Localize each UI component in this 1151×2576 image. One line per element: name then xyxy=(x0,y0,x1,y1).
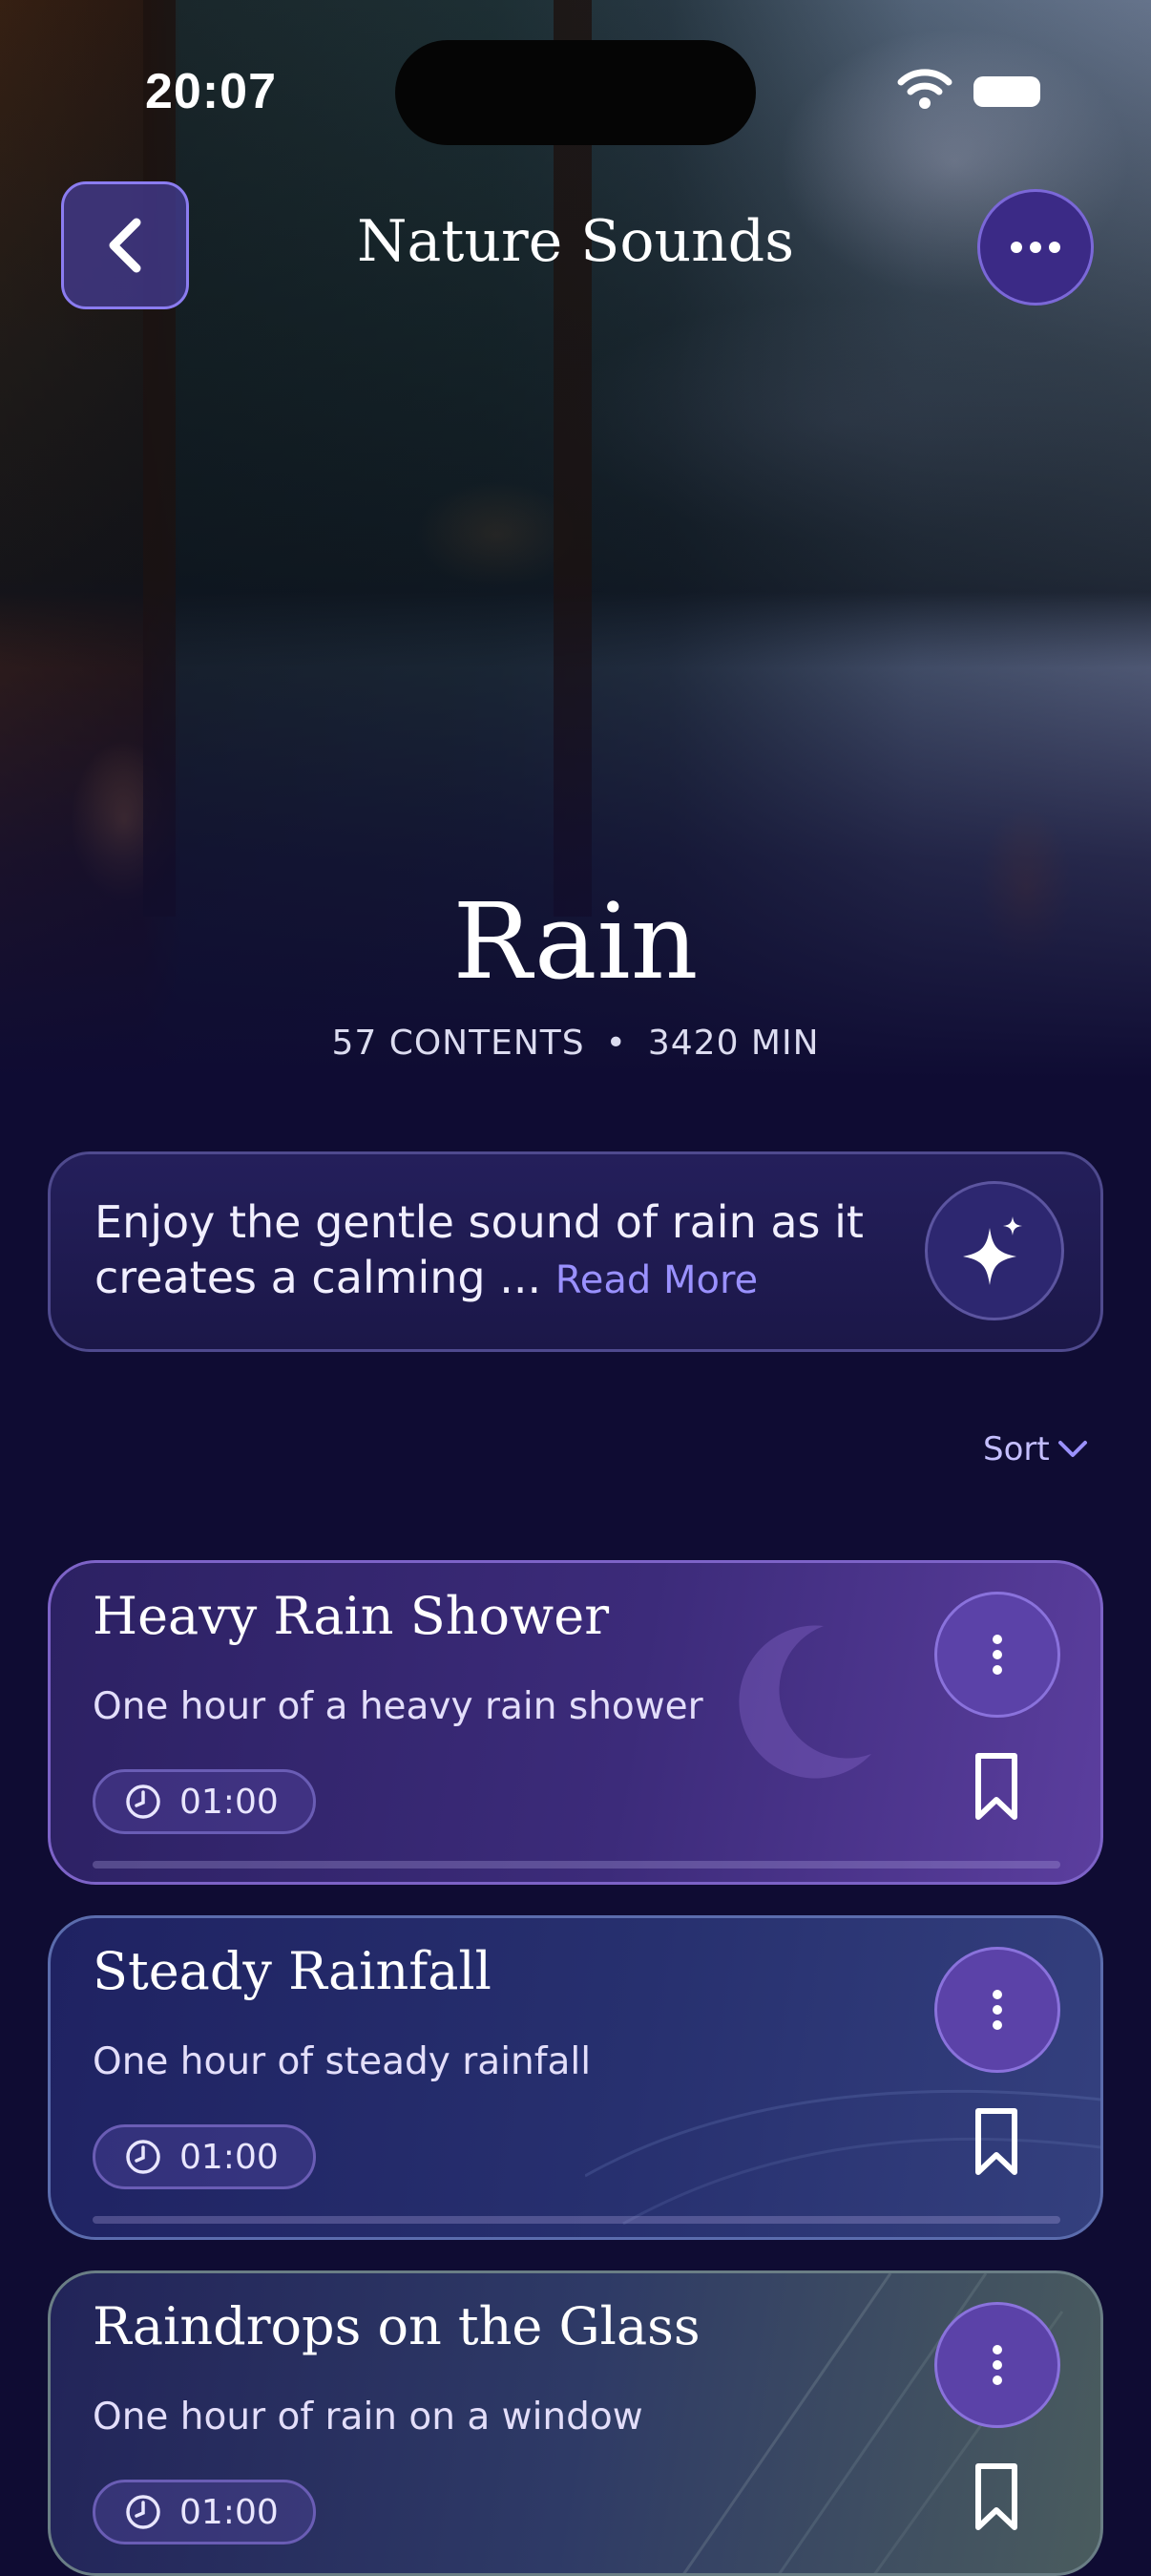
header-title: Nature Sounds xyxy=(357,208,794,275)
vertical-ellipsis-icon xyxy=(993,2345,1002,2385)
wave-decoration xyxy=(585,2089,1100,2226)
track-subtitle: One hour of a heavy rain shower xyxy=(93,1685,703,1728)
sort-label: Sort xyxy=(983,1430,1050,1468)
bookmark-icon[interactable] xyxy=(973,2105,1020,2178)
page-title: Rain xyxy=(452,880,699,1003)
track-title: Raindrops on the Glass xyxy=(93,2296,701,2356)
status-time: 20:07 xyxy=(145,64,277,119)
sort-button[interactable]: Sort xyxy=(983,1430,1088,1468)
track-progress-bar xyxy=(93,1861,1060,1869)
track-duration: 01:00 xyxy=(179,1782,279,1822)
clock-icon xyxy=(126,2140,160,2174)
sparkle-icon xyxy=(963,1216,1022,1285)
chevron-down-icon xyxy=(1057,1441,1087,1457)
track-card[interactable]: Heavy Rain Shower One hour of a heavy ra… xyxy=(48,1560,1103,1885)
track-options-button[interactable] xyxy=(934,1947,1060,2073)
clock-icon xyxy=(126,1784,160,1819)
track-card[interactable]: Steady Rainfall One hour of steady rainf… xyxy=(48,1915,1103,2240)
description-text: Enjoy the gentle sound of rain as it cre… xyxy=(94,1194,896,1308)
contents-count: 57 CONTENTS xyxy=(331,1024,585,1063)
moon-decoration-icon xyxy=(739,1625,871,1779)
track-subtitle: One hour of steady rainfall xyxy=(93,2040,592,2083)
track-card[interactable]: Raindrops on the Glass One hour of rain … xyxy=(48,2270,1103,2576)
more-options-button[interactable] xyxy=(977,189,1094,306)
track-title: Steady Rainfall xyxy=(93,1941,492,2001)
track-options-button[interactable] xyxy=(934,2302,1060,2428)
vertical-ellipsis-icon xyxy=(993,1990,1002,2030)
ellipsis-icon xyxy=(1011,242,1060,253)
read-more-link[interactable]: Read More xyxy=(555,1258,758,1302)
status-bar: 20:07 xyxy=(0,0,1151,181)
track-progress-bar xyxy=(93,2216,1060,2224)
duration-pill: 01:00 xyxy=(93,1769,316,1834)
track-duration: 01:00 xyxy=(179,2492,279,2532)
description-card: Enjoy the gentle sound of rain as it cre… xyxy=(48,1151,1103,1352)
track-duration: 01:00 xyxy=(179,2137,279,2177)
track-options-button[interactable] xyxy=(934,1592,1060,1718)
wifi-icon xyxy=(897,69,952,109)
collection-meta: 57 CONTENTS • 3420 MIN xyxy=(0,1024,1151,1063)
total-duration: 3420 MIN xyxy=(647,1024,820,1063)
meta-separator: • xyxy=(605,1024,627,1063)
chevron-left-icon xyxy=(109,218,141,273)
duration-pill: 01:00 xyxy=(93,2480,316,2544)
clock-icon xyxy=(126,2495,160,2529)
track-subtitle: One hour of rain on a window xyxy=(93,2396,643,2439)
battery-icon xyxy=(973,76,1040,107)
track-title: Heavy Rain Shower xyxy=(93,1586,610,1646)
vertical-ellipsis-icon xyxy=(993,1635,1002,1675)
ai-sparkle-button[interactable] xyxy=(925,1181,1064,1320)
duration-pill: 01:00 xyxy=(93,2124,316,2189)
bookmark-icon[interactable] xyxy=(973,1750,1020,1823)
bookmark-icon[interactable] xyxy=(973,2460,1020,2533)
dynamic-island xyxy=(395,40,756,145)
back-button[interactable] xyxy=(61,181,189,309)
